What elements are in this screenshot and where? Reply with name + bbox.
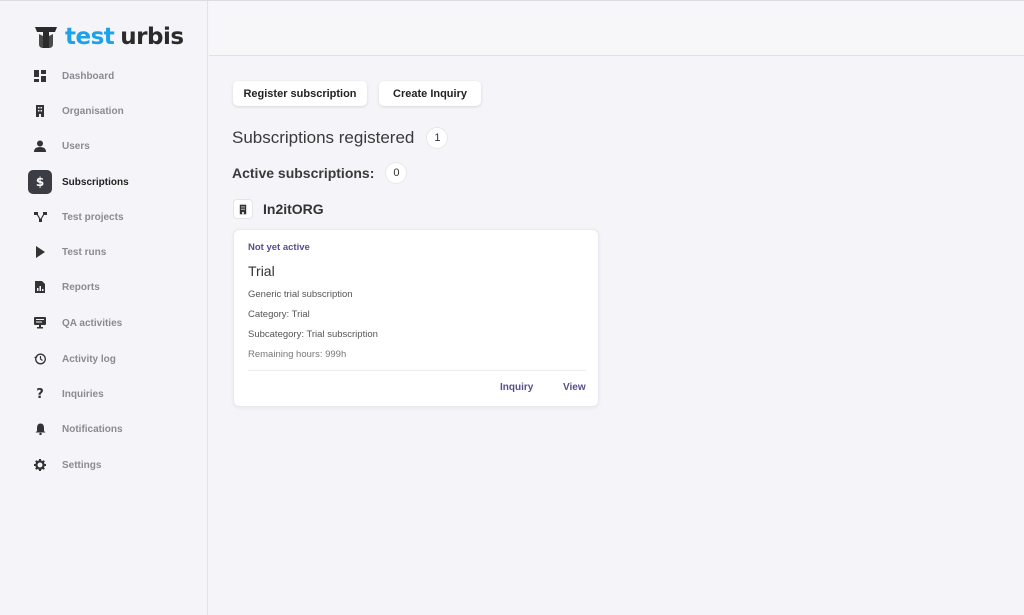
organization-name: In2itORG: [263, 201, 324, 217]
history-icon: [28, 347, 52, 371]
sidebar-item-test-projects[interactable]: Test projects: [28, 204, 198, 230]
brand-logo[interactable]: test urbis: [33, 22, 184, 52]
dollar-icon: $: [28, 170, 52, 194]
sidebar-item-label: Reports: [62, 281, 100, 293]
sidebar-item-subscriptions[interactable]: $ Subscriptions: [28, 169, 198, 195]
subscription-card: Not yet active Trial Generic trial subsc…: [233, 229, 599, 407]
dashboard-icon: [28, 64, 52, 88]
sidebar-item-label: Test projects: [62, 211, 124, 223]
subscription-description: Generic trial subscription: [248, 289, 353, 300]
sidebar-item-label: Test runs: [62, 246, 107, 258]
sidebar-item-label: Users: [62, 140, 90, 152]
view-link[interactable]: View: [563, 382, 586, 393]
logo-mark-icon: [35, 27, 57, 48]
sidebar-item-users[interactable]: Users: [28, 133, 198, 159]
sidebar-item-notifications[interactable]: Notifications: [28, 416, 198, 442]
register-subscription-button[interactable]: Register subscription: [233, 81, 367, 106]
sidebar-item-label: Organisation: [62, 105, 124, 117]
monitor-icon: [28, 311, 52, 335]
sidebar-item-label: Settings: [62, 459, 102, 471]
sidebar-item-organisation[interactable]: Organisation: [28, 98, 198, 124]
user-icon: [28, 134, 52, 158]
network-icon: [28, 205, 52, 229]
card-divider: [248, 370, 586, 371]
sidebar-item-label: Notifications: [62, 423, 123, 435]
organization-header: In2itORG: [233, 199, 324, 219]
subscription-status: Not yet active: [248, 242, 310, 253]
subscription-title: Trial: [248, 263, 275, 279]
active-subscriptions-label: Active subscriptions:: [232, 165, 375, 181]
subscriptions-registered-label: Subscriptions registered: [232, 128, 415, 147]
sidebar-item-label: Activity log: [62, 353, 116, 365]
brand-name-part2: urbis: [120, 24, 184, 50]
gear-icon: [28, 453, 52, 477]
top-header: [209, 1, 1024, 56]
sidebar: test urbis Dashboard Organisation Users …: [0, 1, 208, 615]
brand-name-part1: test: [65, 24, 115, 50]
sidebar-item-activity-log[interactable]: Activity log: [28, 346, 198, 372]
sidebar-item-qa-activities[interactable]: QA activities: [28, 310, 198, 336]
subscriptions-registered-count: 1: [426, 127, 449, 149]
report-icon: [28, 275, 52, 299]
sidebar-item-inquiries[interactable]: ? Inquiries: [28, 381, 198, 407]
subscriptions-registered-heading: Subscriptions registered 1: [232, 127, 449, 149]
create-inquiry-button[interactable]: Create Inquiry: [379, 81, 481, 106]
sidebar-item-test-runs[interactable]: Test runs: [28, 239, 198, 265]
sidebar-item-label: Dashboard: [62, 70, 115, 82]
play-icon: [28, 240, 52, 264]
building-icon: [28, 99, 52, 123]
sidebar-item-label: QA activities: [62, 317, 123, 329]
sidebar-item-label: Inquiries: [62, 388, 104, 400]
bell-icon: [28, 417, 52, 441]
sidebar-item-label: Subscriptions: [62, 176, 129, 188]
sidebar-item-settings[interactable]: Settings: [28, 452, 198, 478]
subscription-category: Category: Trial: [248, 309, 310, 320]
sidebar-item-dashboard[interactable]: Dashboard: [28, 63, 198, 89]
building-icon: [233, 199, 253, 219]
sidebar-item-reports[interactable]: Reports: [28, 274, 198, 300]
active-subscriptions-heading: Active subscriptions: 0: [232, 162, 408, 184]
subscription-remaining-hours: Remaining hours: 999h: [248, 349, 347, 360]
subscription-subcategory: Subcategory: Trial subscription: [248, 329, 378, 340]
question-icon: ?: [36, 386, 44, 402]
inquiry-link[interactable]: Inquiry: [500, 382, 533, 393]
active-subscriptions-count: 0: [385, 162, 408, 184]
